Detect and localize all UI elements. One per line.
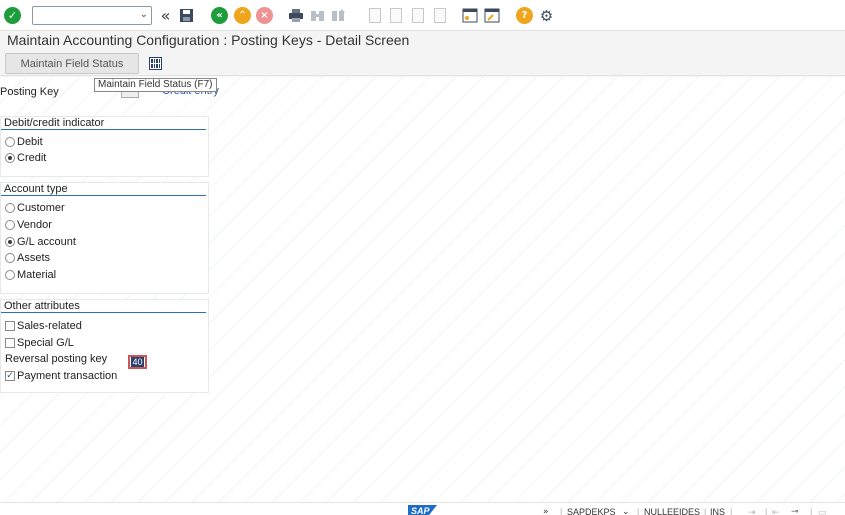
other-attributes-title: Other attributes: [1, 300, 206, 313]
unlock-icon[interactable]: ⊸: [791, 507, 799, 515]
reversal-posting-key-row: Reversal posting key: [5, 353, 107, 365]
radio-label: Debit: [17, 136, 43, 148]
debit-credit-group: Debit/credit indicator Debit Credit: [0, 116, 209, 177]
settings-icon[interactable]: ⚙: [538, 7, 555, 25]
client-name: NULLEEIDES: [644, 507, 701, 515]
account-type-title: Account type: [1, 183, 206, 196]
status-divider: |: [637, 507, 640, 515]
reversal-posting-key-label: Reversal posting key: [5, 353, 108, 365]
status-divider: |: [730, 507, 733, 515]
reversal-posting-key-field[interactable]: 40: [128, 355, 147, 369]
last-page-icon[interactable]: [431, 7, 448, 24]
checkbox-payment-transaction[interactable]: ✓ Payment transaction: [5, 370, 117, 382]
checkbox-label: Special G/L: [17, 337, 74, 349]
insert-mode: INS: [710, 507, 726, 515]
checkbox[interactable]: [5, 338, 15, 348]
create-session-icon[interactable]: [461, 7, 478, 24]
checkbox-label: Sales-related: [17, 320, 82, 332]
tooltip: Maintain Field Status (F7): [94, 78, 217, 92]
shortcut-icon[interactable]: [483, 7, 500, 24]
radio-label: Customer: [17, 202, 65, 214]
radio-material[interactable]: Material: [5, 269, 56, 281]
radio-vendor[interactable]: Vendor: [5, 219, 52, 231]
checkbox[interactable]: [5, 321, 15, 331]
reversal-posting-key-value: 40: [131, 357, 144, 367]
back-icon[interactable]: «: [211, 7, 228, 24]
find-icon[interactable]: [309, 7, 326, 24]
checkbox-sales-related[interactable]: Sales-related: [5, 320, 82, 332]
system-name: SAPDEKPS: [567, 507, 616, 515]
radio-label: Credit: [17, 152, 47, 164]
status-divider: |: [765, 507, 768, 515]
enter-check-icon[interactable]: ✓: [4, 7, 21, 24]
help-icon[interactable]: ?: [516, 7, 533, 24]
radio-button[interactable]: [5, 253, 15, 263]
status-icon: ⇥: [748, 507, 756, 515]
previous-page-icon[interactable]: [387, 7, 404, 24]
first-page-icon[interactable]: [366, 7, 383, 24]
radio-customer[interactable]: Customer: [5, 202, 65, 214]
status-icon: ⇤: [772, 507, 780, 515]
checkbox-label: Payment transaction: [17, 370, 118, 382]
table-grid-icon[interactable]: [149, 57, 162, 70]
radio-credit[interactable]: Credit: [5, 152, 46, 164]
dropdown-arrow-icon[interactable]: ⌄: [140, 9, 148, 20]
radio-button[interactable]: [5, 153, 15, 163]
status-expand-icon[interactable]: »: [543, 507, 549, 515]
radio-button[interactable]: [5, 137, 15, 147]
status-divider: |: [704, 507, 707, 515]
account-type-group: Account type Customer Vendor G/L account…: [0, 182, 209, 294]
command-field[interactable]: ⌄: [32, 6, 152, 25]
radio-assets[interactable]: Assets: [5, 252, 50, 264]
status-divider: |: [560, 507, 563, 515]
chevron-down-icon[interactable]: ⌄: [622, 507, 630, 515]
title-bar: Maintain Accounting Configuration : Post…: [0, 31, 845, 52]
checkbox-checked[interactable]: ✓: [5, 371, 15, 381]
radio-label: Material: [17, 269, 57, 281]
save-icon[interactable]: [178, 7, 195, 24]
exit-icon[interactable]: ⌃: [234, 7, 251, 24]
page-title: Maintain Accounting Configuration : Post…: [7, 32, 410, 48]
radio-label: Assets: [17, 252, 51, 264]
radio-button[interactable]: [5, 220, 15, 230]
double-chevron-left-icon[interactable]: «: [157, 6, 174, 25]
radio-label: Vendor: [17, 219, 52, 231]
radio-gl-account[interactable]: G/L account: [5, 236, 76, 248]
radio-label: G/L account: [17, 236, 76, 248]
radio-button[interactable]: [5, 270, 15, 280]
system-toolbar: ✓ ⌄ « « ⌃ × ? ⚙: [0, 0, 845, 31]
debit-credit-title: Debit/credit indicator: [1, 117, 206, 130]
other-attributes-group: Other attributes Sales-related Special G…: [0, 299, 209, 393]
cancel-icon[interactable]: ×: [256, 7, 273, 24]
radio-button[interactable]: [5, 203, 15, 213]
application-toolbar: Maintain Field Status: [0, 52, 845, 76]
status-divider: |: [810, 507, 813, 515]
window-icon[interactable]: ▭: [818, 507, 827, 515]
sap-logo: SAP: [408, 505, 437, 515]
radio-button[interactable]: [5, 237, 15, 247]
posting-key-label: Posting Key: [0, 86, 59, 98]
status-bar: SAP » | SAPDEKPS ⌄ | NULLEEIDES | INS | …: [0, 502, 845, 515]
checkbox-special-gl[interactable]: Special G/L: [5, 337, 74, 349]
print-icon[interactable]: [287, 7, 304, 24]
radio-debit[interactable]: Debit: [5, 136, 43, 148]
maintain-field-status-label: Maintain Field Status: [20, 57, 124, 70]
next-page-icon[interactable]: [409, 7, 426, 24]
find-next-icon[interactable]: [330, 7, 347, 24]
maintain-field-status-button[interactable]: Maintain Field Status: [5, 53, 139, 74]
